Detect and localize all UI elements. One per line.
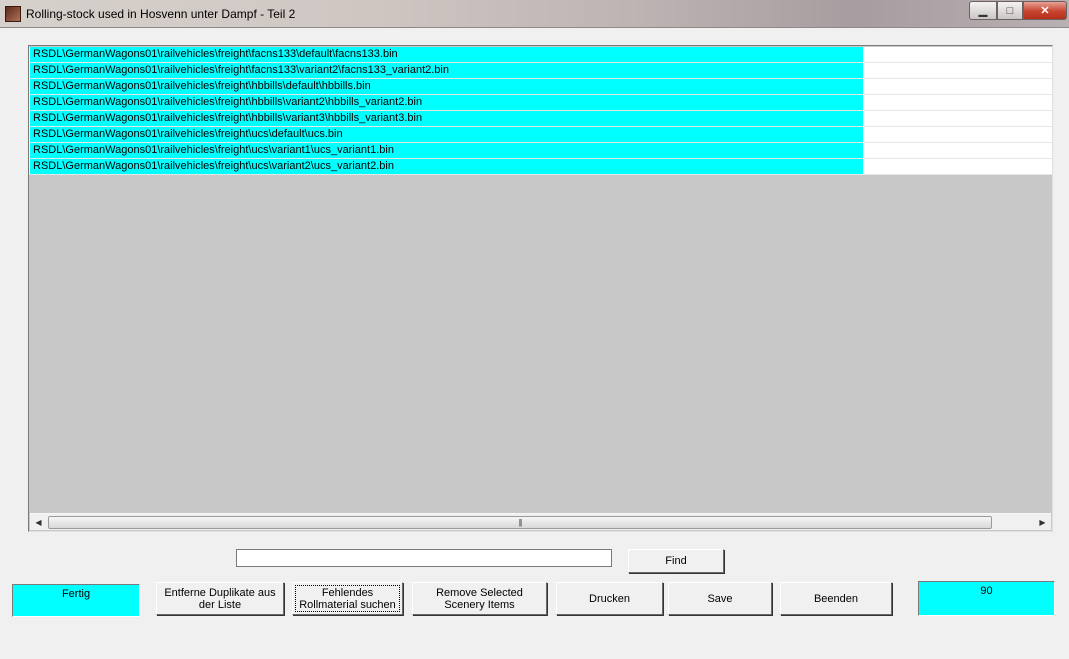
horizontal-scrollbar[interactable]: ◀ ||| ▶ xyxy=(30,513,1051,530)
print-button[interactable]: Drucken xyxy=(556,582,663,615)
list-item[interactable]: RSDL\GermanWagons01\railvehicles\freight… xyxy=(29,159,1052,175)
list-item-path: RSDL\GermanWagons01\railvehicles\freight… xyxy=(30,111,863,126)
list-rows: RSDL\GermanWagons01\railvehicles\freight… xyxy=(29,47,1052,175)
list-item[interactable]: RSDL\GermanWagons01\railvehicles\freight… xyxy=(29,143,1052,159)
app-icon xyxy=(5,6,21,22)
list-item-path: RSDL\GermanWagons01\railvehicles\freight… xyxy=(30,63,863,78)
find-button-label: Find xyxy=(665,555,687,567)
maximize-button[interactable]: □ xyxy=(997,1,1023,20)
exit-button[interactable]: Beenden xyxy=(780,582,892,615)
find-button[interactable]: Find xyxy=(628,549,724,573)
list-item[interactable]: RSDL\GermanWagons01\railvehicles\freight… xyxy=(29,47,1052,63)
list-item-path: RSDL\GermanWagons01\railvehicles\freight… xyxy=(30,95,863,110)
rolling-stock-list[interactable]: RSDL\GermanWagons01\railvehicles\freight… xyxy=(28,45,1053,532)
list-item-path: RSDL\GermanWagons01\railvehicles\freight… xyxy=(30,159,863,174)
close-button[interactable]: ✕ xyxy=(1023,1,1067,20)
list-item[interactable]: RSDL\GermanWagons01\railvehicles\freight… xyxy=(29,111,1052,127)
list-item[interactable]: RSDL\GermanWagons01\railvehicles\freight… xyxy=(29,63,1052,79)
save-button[interactable]: Save xyxy=(668,582,772,615)
list-item[interactable]: RSDL\GermanWagons01\railvehicles\freight… xyxy=(29,79,1052,95)
status-field-count: 90 xyxy=(918,581,1055,616)
scroll-left-arrow-icon[interactable]: ◀ xyxy=(30,514,47,531)
status-field-left: Fertig xyxy=(12,584,140,617)
remove-duplicates-button[interactable]: Entferne Duplikate aus der Liste xyxy=(156,582,284,615)
list-item-path: RSDL\GermanWagons01\railvehicles\freight… xyxy=(30,127,863,142)
list-item[interactable]: RSDL\GermanWagons01\railvehicles\freight… xyxy=(29,95,1052,111)
minimize-button[interactable]: ▁ xyxy=(969,1,997,20)
window-title: Rolling-stock used in Hosvenn unter Damp… xyxy=(26,7,296,21)
scroll-right-arrow-icon[interactable]: ▶ xyxy=(1034,514,1051,531)
list-item-path: RSDL\GermanWagons01\railvehicles\freight… xyxy=(30,143,863,158)
list-item[interactable]: RSDL\GermanWagons01\railvehicles\freight… xyxy=(29,127,1052,143)
find-missing-rolling-stock-button[interactable]: Fehlendes Rollmaterial suchen xyxy=(292,582,403,615)
scrollbar-thumb[interactable]: ||| xyxy=(48,516,992,529)
title-bar[interactable]: Rolling-stock used in Hosvenn unter Damp… xyxy=(0,0,1069,28)
remove-selected-scenery-items-button[interactable]: Remove Selected Scenery Items xyxy=(412,582,547,615)
search-input[interactable] xyxy=(236,549,612,567)
list-item-path: RSDL\GermanWagons01\railvehicles\freight… xyxy=(30,79,863,94)
list-item-path: RSDL\GermanWagons01\railvehicles\freight… xyxy=(30,47,863,62)
